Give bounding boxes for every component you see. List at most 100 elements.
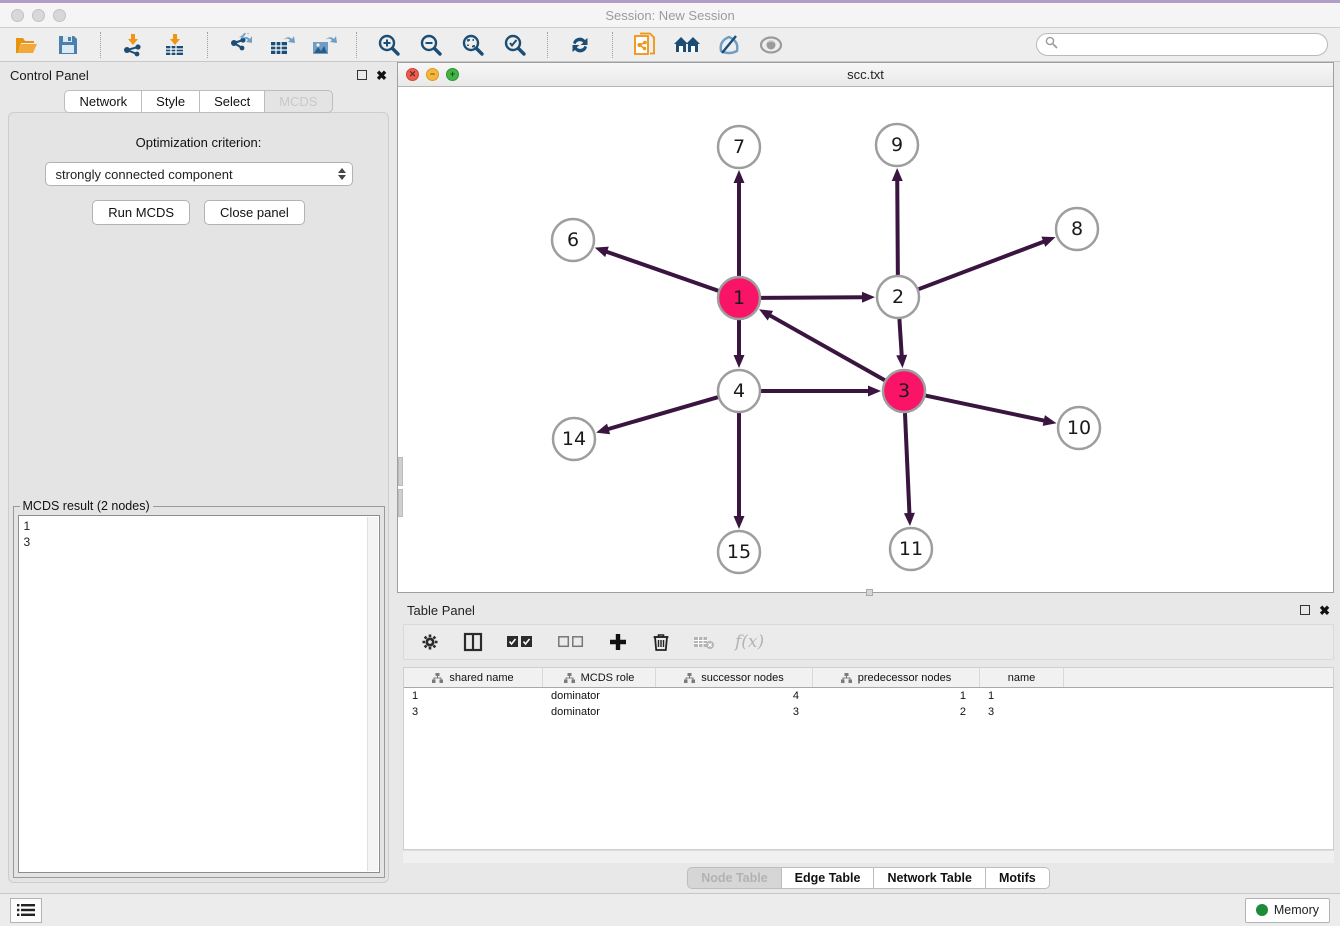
panel-splitter[interactable] — [398, 457, 403, 517]
table-cell[interactable]: 2 — [813, 704, 980, 720]
eye-icon[interactable] — [757, 31, 785, 59]
toolbar-separator — [207, 32, 208, 58]
houses-icon[interactable] — [673, 31, 701, 59]
graph-node-label: 10 — [1067, 417, 1091, 439]
import-table-icon[interactable] — [161, 31, 189, 59]
graph-edge[interactable] — [605, 251, 718, 291]
optimization-criterion-select[interactable]: strongly connected component — [45, 162, 353, 186]
float-table-panel-icon[interactable] — [1300, 605, 1310, 615]
column-header-shared-name[interactable]: shared name — [404, 668, 543, 687]
graph-node-label: 3 — [898, 380, 910, 402]
zoom-fit-icon[interactable] — [459, 31, 487, 59]
column-header-successor-nodes[interactable]: successor nodes — [656, 668, 813, 687]
sort-hierarchy-icon — [564, 673, 575, 683]
close-table-panel-icon[interactable]: ✖ — [1319, 604, 1330, 617]
sort-hierarchy-icon — [841, 673, 852, 683]
table-cell[interactable]: 1 — [404, 688, 543, 704]
delete-column-icon[interactable] — [692, 630, 716, 654]
save-session-icon[interactable] — [54, 31, 82, 59]
tab-edge-table[interactable]: Edge Table — [781, 867, 874, 889]
table-cell[interactable]: 3 — [980, 704, 1064, 720]
tab-select[interactable]: Select — [199, 90, 264, 113]
tab-node-table[interactable]: Node Table — [687, 867, 780, 889]
result-lines-container: 13 — [24, 518, 374, 550]
close-panel-button[interactable]: Close panel — [204, 200, 305, 225]
main-toolbar — [0, 28, 1340, 62]
close-panel-icon[interactable]: ✖ — [376, 69, 387, 82]
result-scrollbar[interactable] — [367, 517, 378, 871]
duplicate-network-icon[interactable] — [631, 31, 659, 59]
search-input[interactable] — [1063, 38, 1319, 52]
toolbar-separator — [356, 32, 357, 58]
add-icon[interactable] — [606, 630, 630, 654]
tab-mcds[interactable]: MCDS — [264, 90, 332, 113]
table-cell[interactable]: 1 — [813, 688, 980, 704]
graph-edge[interactable] — [905, 413, 910, 515]
graph-edge[interactable] — [899, 319, 901, 357]
function-icon[interactable]: f(x) — [735, 632, 764, 652]
column-header-MCDS-role[interactable]: MCDS role — [543, 668, 656, 687]
table-header-row: shared name MCDS rolesuccessor nodesprede… — [404, 668, 1333, 688]
network-window-titlebar[interactable]: ✕ − + scc.txt — [398, 63, 1333, 87]
table-hscrollbar[interactable] — [403, 850, 1334, 863]
table-cell[interactable]: 3 — [404, 704, 543, 720]
deselect-all-icon[interactable] — [555, 630, 587, 654]
trash-icon[interactable] — [649, 630, 673, 654]
table-panel-title: Table Panel — [407, 603, 475, 618]
table-row[interactable]: 1dominator411 — [404, 688, 1333, 704]
table-cell[interactable]: dominator — [543, 704, 656, 720]
toolbar-search[interactable] — [1036, 33, 1328, 56]
graph-node-label: 6 — [567, 229, 579, 251]
graph-edge[interactable] — [761, 297, 864, 298]
float-panel-icon[interactable] — [357, 70, 367, 80]
tab-network[interactable]: Network — [64, 90, 141, 113]
refresh-layout-icon[interactable] — [566, 31, 594, 59]
result-line: 1 — [24, 518, 374, 534]
select-stepper-icon — [338, 168, 346, 180]
tab-style[interactable]: Style — [141, 90, 199, 113]
column-label: shared name — [449, 672, 513, 684]
tab-network-table[interactable]: Network Table — [873, 867, 985, 889]
zoom-in-icon[interactable] — [375, 31, 403, 59]
table-cell[interactable]: 3 — [656, 704, 813, 720]
graph-edge[interactable] — [607, 397, 718, 429]
export-network-icon[interactable] — [226, 31, 254, 59]
table-cell[interactable]: 1 — [980, 688, 1064, 704]
show-console-button[interactable] — [10, 898, 42, 923]
graph-edge[interactable] — [769, 315, 885, 381]
table-cell[interactable]: 4 — [656, 688, 813, 704]
columns-icon[interactable] — [461, 630, 485, 654]
toolbar-separator — [100, 32, 101, 58]
import-network-icon[interactable] — [119, 31, 147, 59]
list-icon — [17, 903, 35, 917]
open-session-icon[interactable] — [12, 31, 40, 59]
graph-edge[interactable] — [897, 179, 898, 275]
mcds-result-title: MCDS result (2 nodes) — [20, 499, 153, 513]
table-cell[interactable]: dominator — [543, 688, 656, 704]
column-header-predecessor-nodes[interactable]: predecessor nodes — [813, 668, 980, 687]
export-table-icon[interactable] — [268, 31, 296, 59]
export-image-icon[interactable] — [310, 31, 338, 59]
app-titlebar: Session: New Session — [0, 0, 1340, 28]
column-label: name — [1008, 672, 1036, 684]
style-paint-icon[interactable] — [715, 31, 743, 59]
network-graph: 7968124314101511 — [398, 87, 1333, 592]
toolbar-separator — [612, 32, 613, 58]
zoom-out-icon[interactable] — [417, 31, 445, 59]
graph-edge[interactable] — [919, 241, 1046, 289]
memory-button[interactable]: Memory — [1245, 898, 1330, 923]
select-all-icon[interactable] — [504, 630, 536, 654]
table-row[interactable]: 3dominator323 — [404, 704, 1333, 720]
graph-edge[interactable] — [926, 396, 1046, 421]
mcds-result-list[interactable]: 13 — [18, 515, 380, 873]
tab-motifs[interactable]: Motifs — [985, 867, 1050, 889]
zoom-selected-icon[interactable] — [501, 31, 529, 59]
network-resize-grip[interactable] — [866, 589, 873, 596]
graph-node-label: 1 — [733, 287, 745, 309]
network-canvas[interactable]: 7968124314101511 — [398, 87, 1333, 592]
criterion-value: strongly connected component — [56, 167, 233, 182]
gear-icon[interactable] — [418, 630, 442, 654]
column-header-name[interactable]: name — [980, 668, 1064, 687]
sort-hierarchy-icon — [684, 673, 695, 683]
run-mcds-button[interactable]: Run MCDS — [92, 200, 190, 225]
